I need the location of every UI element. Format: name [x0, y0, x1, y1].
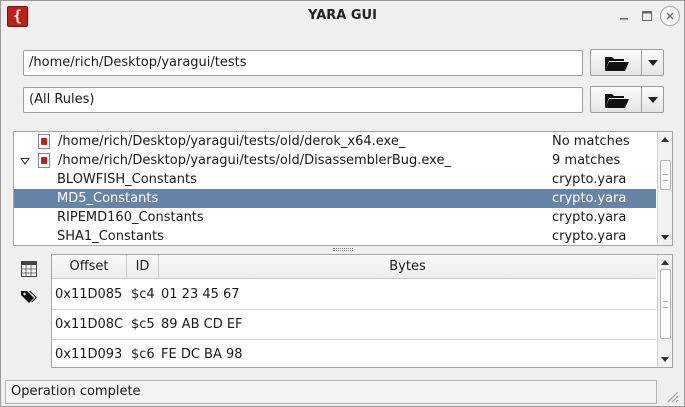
offset-cell: 0x11D093: [55, 347, 123, 362]
column-header-bytes[interactable]: Bytes: [159, 255, 656, 279]
table-view-button[interactable]: [20, 260, 38, 278]
results-scrollbar[interactable]: [657, 132, 672, 245]
tags-icon: [21, 291, 37, 303]
match-bytes-table[interactable]: Offset ID Bytes 0x11D085 $c4 01 23 45 67…: [51, 254, 673, 368]
scroll-down-icon[interactable]: [661, 235, 669, 240]
chevron-down-icon: [648, 97, 658, 103]
column-header-offset[interactable]: Offset: [52, 255, 127, 279]
rule-file: crypto.yara: [552, 229, 627, 244]
window-title: YARA GUI: [308, 8, 377, 23]
expanded-arrow-icon[interactable]: [20, 158, 30, 165]
scroll-thumb[interactable]: [660, 269, 671, 339]
rules-history-dropdown[interactable]: [642, 86, 664, 113]
rule-name: RIPEMD160_Constants: [57, 210, 204, 225]
table-header: Offset ID Bytes: [52, 255, 656, 279]
table-row[interactable]: 0x11D093 $c6 FE DC BA 98: [52, 340, 656, 367]
file-path: /home/rich/Desktop/yaragui/tests/old/Dis…: [58, 153, 451, 168]
pane-splitter[interactable]: [333, 248, 353, 251]
rule-name: MD5_Constants: [57, 191, 159, 206]
file-icon: [38, 153, 50, 168]
rules-select[interactable]: (All Rules): [23, 87, 583, 113]
file-icon: [38, 134, 50, 149]
offset-cell: 0x11D08C: [55, 317, 124, 332]
file-path: /home/rich/Desktop/yaragui/tests/old/der…: [58, 134, 406, 149]
minimize-button[interactable]: [615, 7, 633, 25]
bytes-cell: 01 23 45 67: [161, 287, 240, 302]
chevron-down-icon: [648, 60, 658, 66]
file-row[interactable]: /home/rich/Desktop/yaragui/tests/old/der…: [14, 132, 656, 151]
match-status: 9 matches: [552, 153, 621, 168]
id-cell: $c5: [131, 317, 155, 332]
id-cell: $c6: [131, 347, 155, 362]
rule-file: crypto.yara: [552, 210, 627, 225]
results-tree[interactable]: /home/rich/Desktop/yaragui/tests/old/der…: [13, 131, 673, 246]
target-path-input[interactable]: /home/rich/Desktop/yaragui/tests: [23, 50, 583, 76]
bytes-cell: 89 AB CD EF: [161, 317, 243, 332]
bytes-cell: FE DC BA 98: [161, 347, 243, 362]
browse-rules-button[interactable]: [590, 86, 642, 113]
file-row[interactable]: /home/rich/Desktop/yaragui/tests/old/Dis…: [14, 151, 656, 170]
rule-row[interactable]: RIPEMD160_Constants crypto.yara: [14, 208, 656, 227]
match-status: No matches: [552, 134, 630, 149]
offset-cell: 0x11D085: [55, 287, 123, 302]
yara-gui-window: { YARA GUI /home/rich/Desktop/yaragui/te…: [0, 0, 685, 407]
folder-open-icon: [605, 57, 629, 71]
browse-target-button[interactable]: [590, 49, 642, 76]
table-row[interactable]: 0x11D08C $c5 89 AB CD EF: [52, 310, 656, 340]
rule-file: crypto.yara: [552, 191, 627, 206]
scroll-up-icon[interactable]: [661, 137, 669, 142]
table-icon: [21, 261, 37, 277]
tags-button[interactable]: [20, 288, 38, 306]
table-row[interactable]: 0x11D085 $c4 01 23 45 67: [52, 280, 656, 310]
maximize-icon: [642, 11, 652, 21]
maximize-button[interactable]: [638, 7, 656, 25]
column-header-id[interactable]: ID: [127, 255, 159, 279]
scroll-down-icon[interactable]: [661, 357, 669, 362]
scroll-up-icon[interactable]: [661, 260, 669, 265]
rule-row-selected[interactable]: MD5_Constants crypto.yara: [14, 189, 656, 208]
rule-name: BLOWFISH_Constants: [57, 172, 197, 187]
title-bar[interactable]: { YARA GUI: [1, 1, 684, 32]
scroll-thumb[interactable]: [660, 160, 671, 190]
close-icon: [666, 12, 674, 20]
close-button[interactable]: [660, 6, 680, 26]
target-history-dropdown[interactable]: [642, 49, 664, 76]
folder-open-icon: [605, 94, 629, 108]
id-cell: $c4: [131, 287, 155, 302]
status-bar: Operation complete: [5, 380, 657, 404]
rule-row[interactable]: SHA1_Constants crypto.yara: [14, 227, 656, 245]
resize-grip-icon[interactable]: [665, 389, 679, 403]
minimize-icon: [620, 18, 628, 20]
rule-file: crypto.yara: [552, 172, 627, 187]
bytes-scrollbar[interactable]: [657, 255, 672, 367]
rule-row[interactable]: BLOWFISH_Constants crypto.yara: [14, 170, 656, 189]
rule-name: SHA1_Constants: [57, 229, 164, 244]
